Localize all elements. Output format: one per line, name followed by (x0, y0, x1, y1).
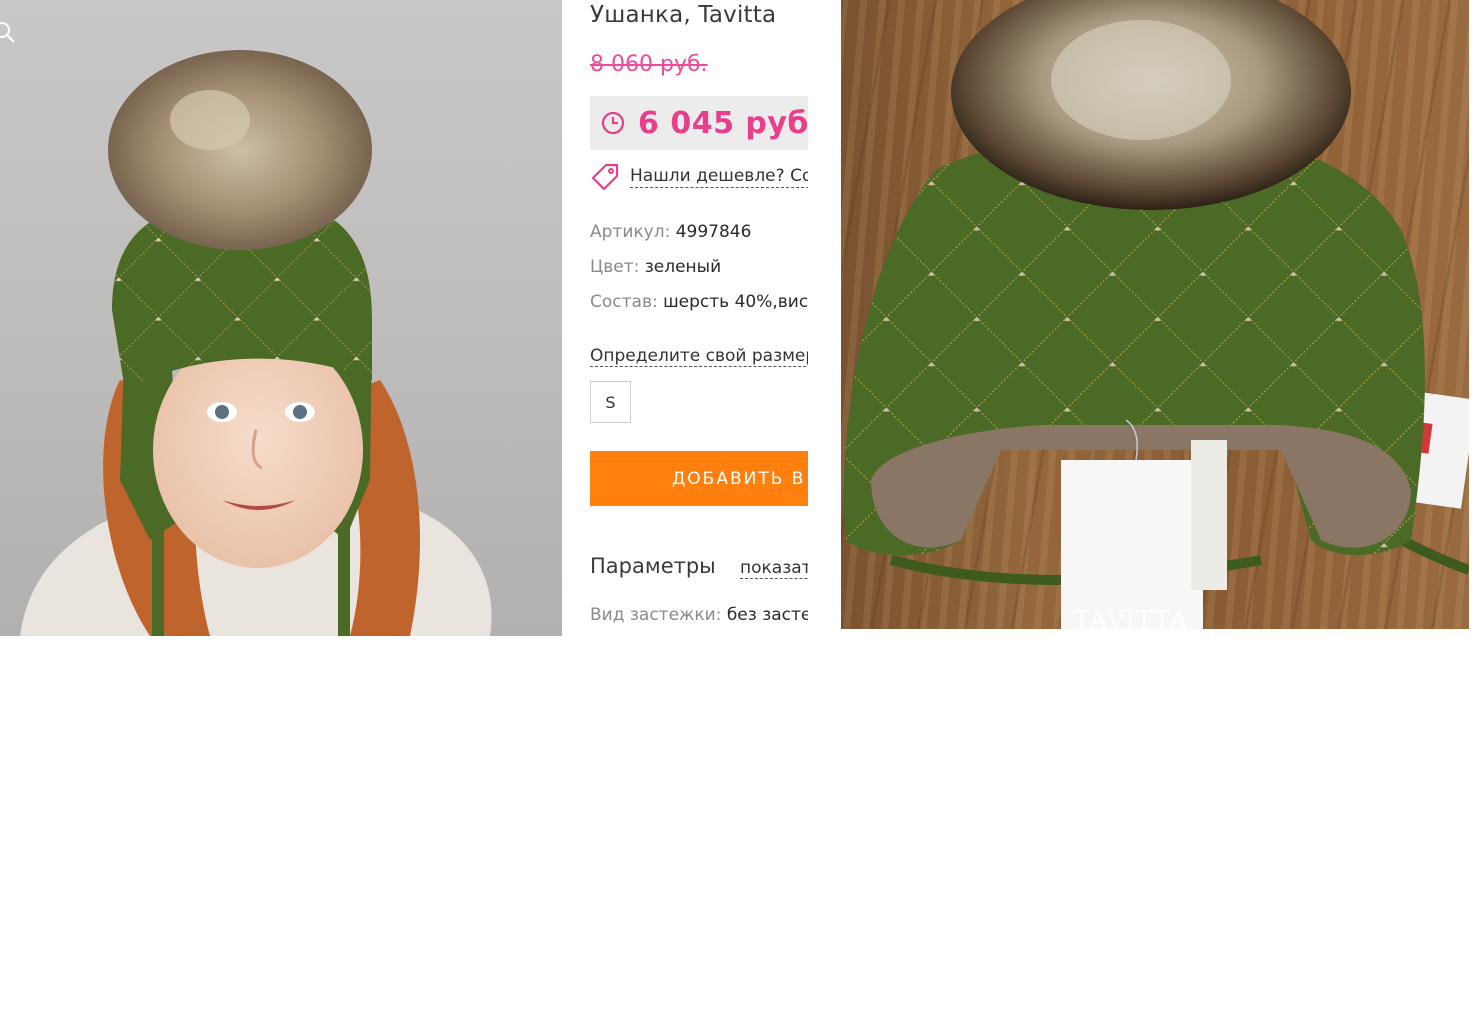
product-info-panel: Ушанка, Tavitta 8 060 руб. 6 045 руб. На… (562, 0, 841, 636)
found-cheaper-link[interactable]: Нашли дешевле? Сообщите нам (630, 166, 808, 188)
params-title: Параметры (590, 554, 716, 578)
spec-composition-key: Состав: (590, 292, 658, 312)
product-photo-model[interactable] (0, 0, 562, 636)
new-price: 6 045 руб. (638, 105, 808, 141)
hat-tag-brand-text: TAVITTA (1073, 606, 1189, 629)
product-photo-flat[interactable]: TAVITTA (841, 0, 1469, 629)
price-tag-icon (591, 163, 619, 191)
spec-clasp-key: Вид застежки: (590, 605, 722, 625)
params-show-all-link[interactable]: показать все (740, 558, 808, 579)
spec-article-key: Артикул: (590, 222, 671, 242)
old-price: 8 060 руб. (590, 52, 708, 77)
model-photo-illustration (20, 50, 492, 636)
spec-clasp: Вид застежки: без застежки (590, 605, 808, 625)
spec-article-value: 4997846 (675, 222, 752, 242)
clock-icon (601, 111, 625, 135)
spec-color-value: зеленый (644, 257, 722, 277)
spec-article: Артикул: 4997846 (590, 222, 751, 242)
size-guide-link[interactable]: Определите свой размер (590, 346, 808, 367)
spec-color-key: Цвет: (590, 257, 640, 277)
zoom-icon[interactable] (0, 20, 16, 44)
flat-hat-photo-illustration: TAVITTA (843, 0, 1469, 629)
product-title: Ушанка, Tavitta (590, 2, 777, 28)
size-option-s[interactable]: S (590, 381, 631, 423)
add-to-cart-button[interactable]: ДОБАВИТЬ В КОРЗИНУ (590, 451, 808, 506)
discount-price-box: 6 045 руб. (590, 96, 808, 150)
found-cheaper[interactable]: Нашли дешевле? Сообщите нам (590, 162, 808, 192)
product-info-clip: Ушанка, Tavitta 8 060 руб. 6 045 руб. На… (590, 0, 808, 636)
spec-composition-value: шерсть 40%,вискоза (663, 292, 808, 312)
spec-color: Цвет: зеленый (590, 257, 721, 277)
spec-composition: Состав: шерсть 40%,вискоза (590, 292, 808, 312)
spec-clasp-value: без застежки (726, 605, 808, 625)
